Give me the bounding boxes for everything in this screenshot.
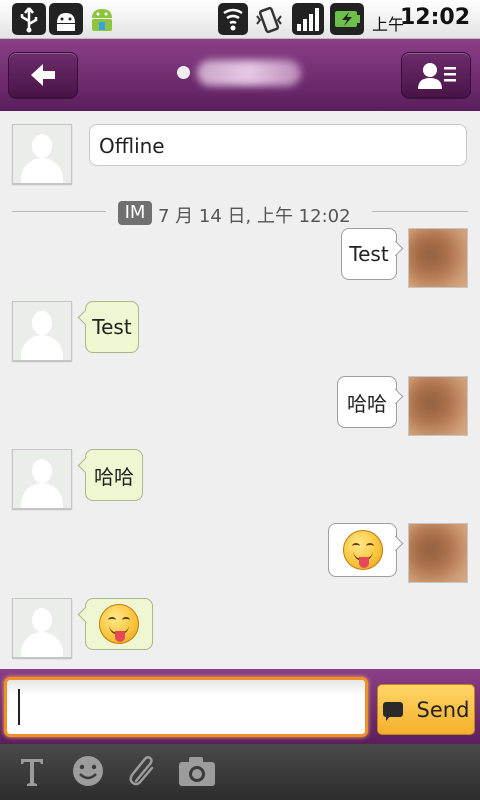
- text-format-icon[interactable]: [12, 750, 52, 792]
- divider-right: [372, 211, 468, 212]
- usb-icon: [12, 3, 46, 35]
- contact-avatar[interactable]: [12, 449, 72, 509]
- contact-info-button[interactable]: [401, 52, 471, 98]
- status-bar: 上午 12:02: [0, 0, 480, 39]
- im-badge: IM: [118, 201, 152, 225]
- smiley-icon[interactable]: [68, 750, 108, 792]
- text-caret: [18, 689, 20, 725]
- message-bubble-out[interactable]: [328, 523, 397, 577]
- presence-dot: [177, 66, 190, 79]
- my-avatar[interactable]: [408, 228, 468, 288]
- contact-avatar[interactable]: [12, 301, 72, 361]
- send-label: Send: [416, 697, 470, 722]
- android-debug-icon: [49, 3, 83, 35]
- message-bubble-out[interactable]: 哈哈: [337, 376, 397, 428]
- message-text: Test: [92, 315, 132, 339]
- my-avatar[interactable]: [408, 376, 468, 436]
- message-timestamp: 7 月 14 日, 上午 12:02: [158, 206, 351, 227]
- contact-card-icon: [418, 63, 456, 89]
- back-arrow-icon: [31, 64, 55, 86]
- attachment-icon[interactable]: [122, 750, 162, 792]
- contact-avatar[interactable]: [12, 124, 72, 184]
- back-button[interactable]: [8, 52, 78, 98]
- signal-icon: [292, 3, 324, 35]
- contact-avatar[interactable]: [12, 598, 72, 658]
- tongue-out-emoji: [99, 604, 139, 644]
- camera-icon[interactable]: [176, 750, 218, 792]
- message-text: Test: [349, 242, 389, 266]
- clock-time: 12:02: [399, 5, 470, 30]
- message-text: 哈哈: [347, 391, 387, 416]
- message-text: 哈哈: [94, 464, 134, 489]
- battery-charging-icon: [330, 3, 364, 35]
- message-bubble-in[interactable]: Test: [85, 301, 139, 353]
- contact-name-redacted: [197, 60, 301, 86]
- vibrate-icon: [254, 4, 284, 34]
- message-bubble-out[interactable]: Test: [341, 228, 397, 280]
- send-button[interactable]: Send: [377, 684, 475, 735]
- offline-notice: Offline: [89, 124, 467, 166]
- message-bubble-in[interactable]: [85, 598, 153, 650]
- message-bubble-in[interactable]: 哈哈: [85, 449, 143, 501]
- tongue-out-emoji: [342, 530, 383, 570]
- chat-bubble-icon: [382, 702, 403, 721]
- my-avatar[interactable]: [408, 523, 468, 583]
- divider-left: [12, 211, 106, 212]
- android-icon: [86, 4, 118, 34]
- message-input[interactable]: [4, 677, 368, 737]
- wifi-icon: [218, 3, 248, 35]
